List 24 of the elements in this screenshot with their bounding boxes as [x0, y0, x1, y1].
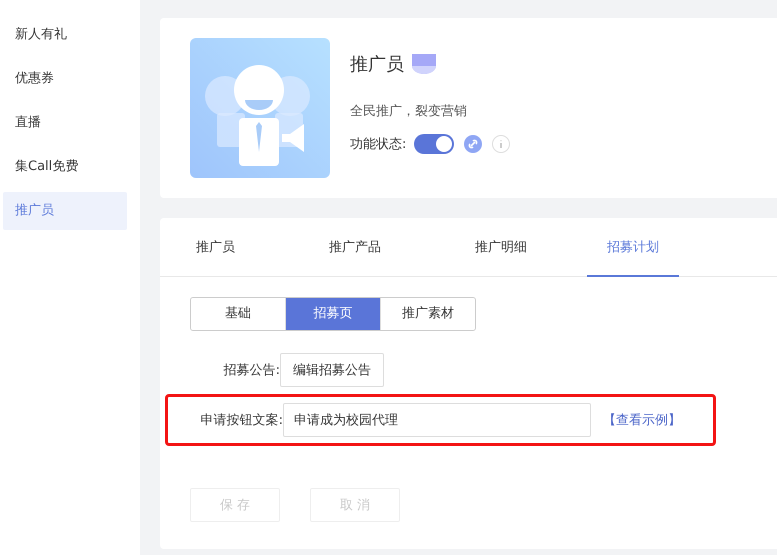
tab[interactable]: 推广产品	[309, 218, 401, 277]
tab[interactable]: 推广明细	[455, 218, 547, 277]
description-text: 全民推广，裂变营销	[350, 103, 468, 120]
view-example-link[interactable]: 【查看示例】	[603, 411, 681, 429]
sidebar-item[interactable]: 直播	[3, 104, 127, 142]
sidebar-item[interactable]: 集Call免费	[3, 148, 127, 186]
sidebar-item[interactable]: 优惠券	[3, 60, 127, 98]
tab[interactable]: 推广员	[176, 218, 255, 277]
field-label: 申请按钮文案:	[200, 412, 283, 429]
status-toggle[interactable]	[414, 134, 454, 154]
status-label: 功能状态:	[350, 136, 406, 153]
tab[interactable]: 招募计划	[587, 218, 679, 277]
sidebar-item[interactable]: 推广员	[3, 192, 127, 230]
edit-notice-button[interactable]: 编辑招募公告	[280, 353, 384, 387]
sidebar-item[interactable]: 新人有礼	[3, 16, 127, 54]
input-field[interactable]: 申请成为校园代理	[283, 403, 591, 437]
badge-icon	[412, 54, 436, 74]
field-label: 招募公告:	[222, 362, 280, 379]
info-icon[interactable]	[492, 135, 510, 153]
segment-tab[interactable]: 招募页	[285, 298, 380, 330]
page-title: 推广员	[350, 53, 404, 76]
segment-tab[interactable]: 基础	[191, 298, 285, 330]
segment-tab[interactable]: 推广素材	[380, 298, 475, 330]
link-icon[interactable]	[464, 135, 482, 153]
